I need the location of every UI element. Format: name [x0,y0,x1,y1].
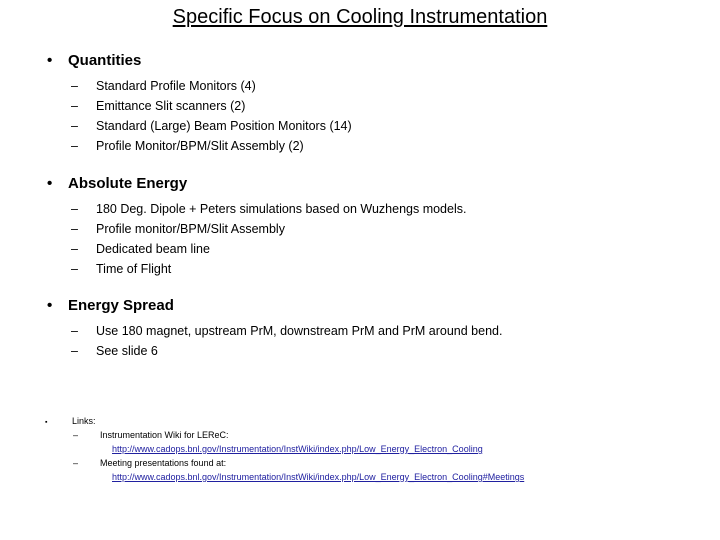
dash-icon: – [71,262,78,276]
links-heading-text: Links: [72,416,96,426]
slide-body: • Quantities – Standard Profile Monitors (… [0,50,720,361]
link-entry-label-text: Meeting presentations found at: [100,458,227,468]
links-section: ▪ Links: – Instrumentation Wiki for LEReC:… [0,415,720,484]
link-entry-label-text: Instrumentation Wiki for LEReC: [100,430,229,440]
link-entry-label: – Instrumentation Wiki for LEReC: [0,428,720,442]
links-heading: ▪ Links: [0,415,720,428]
section-quantities: • Quantities – Standard Profile Monitors (… [0,50,720,156]
dash-icon: – [71,119,78,133]
dash-icon: – [73,430,79,440]
section-heading-quantities: • Quantities [0,50,720,71]
list-item: – Profile Monitor/BPM/Slit Assembly (2) [0,136,720,156]
list-item-text: Profile monitor/BPM/Slit Assembly [96,222,285,236]
list-item: – Standard Profile Monitors (4) [0,76,720,96]
dash-icon: – [71,222,78,236]
list-item: – Profile monitor/BPM/Slit Assembly [0,219,720,239]
dash-icon: – [71,242,78,256]
dash-icon: – [71,79,78,93]
dash-icon: – [71,99,78,113]
hyperlink-instrumentation-wiki[interactable]: http://www.cadops.bnl.gov/Instrumentatio… [112,444,483,454]
list-item-text: 180 Deg. Dipole + Peters simulations bas… [96,202,467,216]
list-item: – See slide 6 [0,341,720,361]
dash-icon: – [71,344,78,358]
section-absolute-energy: • Absolute Energy – 180 Deg. Dipole + Pete… [0,173,720,279]
bullet-icon: • [47,297,53,314]
list-item-text: Use 180 magnet, upstream PrM, downstream… [96,324,503,338]
list-item: – Standard (Large) Beam Position Monitors… [0,116,720,136]
list-item-text: See slide 6 [96,344,158,358]
list-item: – Time of Flight [0,259,720,279]
section-heading-text: Quantities [68,52,142,69]
list-item-text: Standard Profile Monitors (4) [96,79,256,93]
dash-icon: – [71,324,78,338]
slide-title: Specific Focus on Cooling Instrumentatio… [0,4,720,30]
section-heading-absolute-energy: • Absolute Energy [0,173,720,194]
link-url-row: http://www.cadops.bnl.gov/Instrumentatio… [0,470,720,484]
section-energy-spread: • Energy Spread – Use 180 magnet, upstream… [0,295,720,361]
bullet-icon: • [47,52,53,69]
bullet-icon: • [47,175,53,192]
dash-icon: – [73,458,79,468]
section-heading-text: Absolute Energy [68,175,188,192]
list-item-text: Standard (Large) Beam Position Monitors … [96,119,352,133]
list-item: – 180 Deg. Dipole + Peters simulations ba… [0,199,720,219]
dash-icon: – [71,139,78,153]
list-item: – Dedicated beam line [0,239,720,259]
list-item: – Use 180 magnet, upstream PrM, downstrea… [0,321,720,341]
slide-canvas: Specific Focus on Cooling Instrumentatio… [0,0,720,540]
list-item-text: Emittance Slit scanners (2) [96,99,246,113]
list-item-text: Profile Monitor/BPM/Slit Assembly (2) [96,139,304,153]
section-heading-energy-spread: • Energy Spread [0,295,720,316]
list-item-text: Time of Flight [96,262,172,276]
slide-title-text: Specific Focus on Cooling Instrumentatio… [172,6,548,28]
dash-icon: – [71,202,78,216]
hyperlink-meeting-presentations[interactable]: http://www.cadops.bnl.gov/Instrumentatio… [112,472,524,482]
link-url-row: http://www.cadops.bnl.gov/Instrumentatio… [0,442,720,456]
link-entry-label: – Meeting presentations found at: [0,456,720,470]
section-heading-text: Energy Spread [68,297,174,314]
list-item-text: Dedicated beam line [96,242,210,256]
list-item: – Emittance Slit scanners (2) [0,96,720,116]
